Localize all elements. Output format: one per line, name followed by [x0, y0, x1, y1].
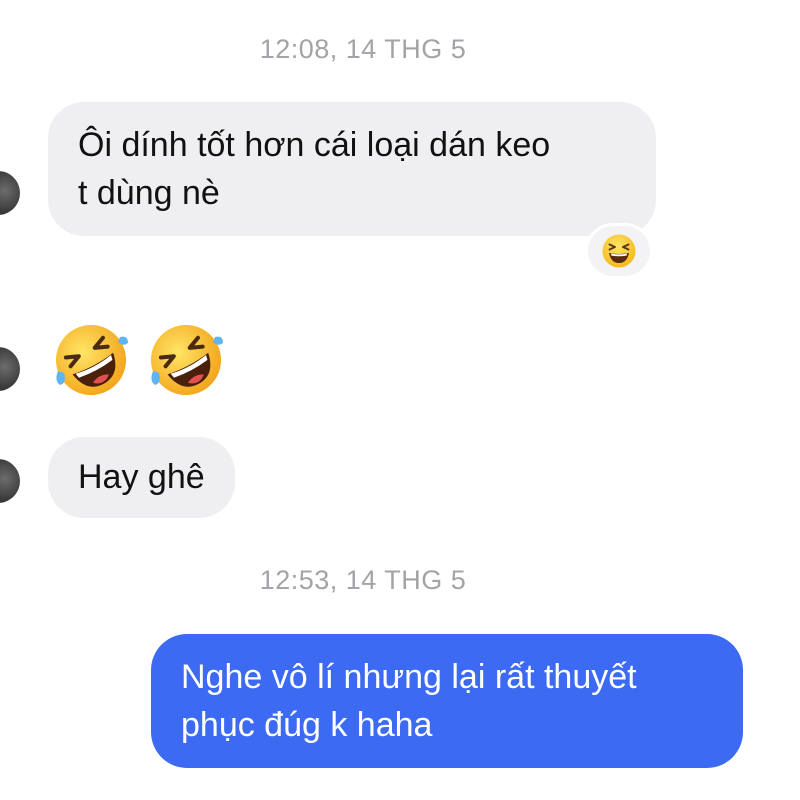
timestamp: 12:08, 14 THG 5: [259, 34, 467, 64]
rolling-on-floor-laughing-emoji-icon[interactable]: [52, 321, 130, 399]
avatar[interactable]: [0, 459, 20, 503]
message-text: Hay ghê: [78, 458, 205, 496]
incoming-message-bubble[interactable]: Hay ghê: [48, 437, 235, 518]
avatar[interactable]: [0, 347, 20, 391]
rolling-on-floor-laughing-emoji-icon[interactable]: [147, 321, 225, 399]
laughing-squinting-emoji-icon: [602, 234, 636, 268]
chat-thread: 12:08, 14 THG 5 Ôi dính tốt hơn cái loại…: [0, 0, 800, 800]
message-text-line: Nghe vô lí nhưng lại rất thuyết: [181, 658, 637, 696]
message-text-line: t dùng nè: [78, 174, 220, 212]
outgoing-message-bubble[interactable]: Nghe vô lí nhưng lại rất thuyết phục đúg…: [151, 634, 743, 768]
message-reaction[interactable]: [588, 226, 650, 276]
message-text-line: phục đúg k haha: [181, 706, 433, 744]
incoming-message-bubble[interactable]: Ôi dính tốt hơn cái loại dán keo t dùng …: [48, 102, 656, 236]
message-text-line: Ôi dính tốt hơn cái loại dán keo: [78, 126, 551, 164]
avatar[interactable]: [0, 171, 20, 215]
timestamp: 12:53, 14 THG 5: [259, 565, 467, 595]
